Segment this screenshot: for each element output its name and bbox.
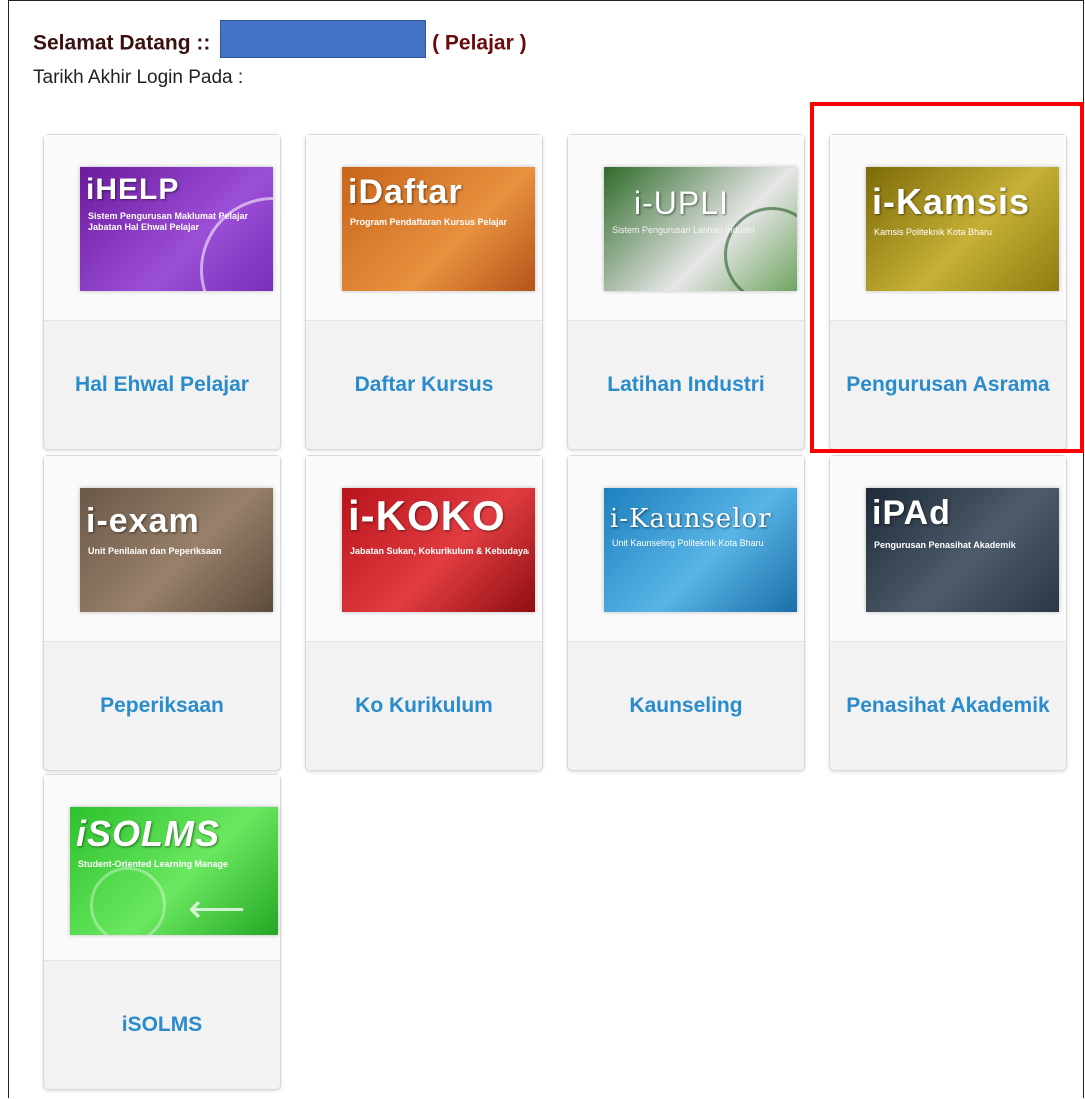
welcome-prefix: Selamat Datang :: [33, 31, 211, 55]
tile-image-area: iSOLMS Student-Oriented Learning Manage … [44, 775, 280, 961]
tile-image-area: iDaftar Program Pendaftaran Kursus Pelaj… [306, 135, 542, 321]
ihelp-logo-image: iHELP Sistem Pengurusan Maklumat Pelajar… [80, 167, 273, 291]
tile-label[interactable]: Pengurusan Asrama [830, 321, 1066, 449]
redacted-username [220, 20, 427, 58]
ikamsis-logo-image: i-Kamsis Kamsis Politeknik Kota Bharu [866, 167, 1059, 291]
tile-penasihat-akademik[interactable]: iPAd Pengurusan Penasihat Akademik Penas… [829, 455, 1067, 771]
ikoko-logo-image: i-KOKO Jabatan Sukan, Kokurikulum & Kebu… [342, 488, 535, 612]
tile-image-area: i-KOKO Jabatan Sukan, Kokurikulum & Kebu… [306, 456, 542, 642]
tile-daftar-kursus[interactable]: iDaftar Program Pendaftaran Kursus Pelaj… [305, 134, 543, 450]
tile-label[interactable]: Latihan Industri [568, 321, 804, 449]
tile-label[interactable]: Kaunseling [568, 642, 804, 770]
iexam-logo-image: i-exam Unit Penilaian dan Peperiksaan [80, 488, 273, 612]
tile-image-area: iHELP Sistem Pengurusan Maklumat Pelajar… [44, 135, 280, 321]
iupli-logo-image: i-UPLI Sistem Pengurusan Latihan Industr… [604, 167, 797, 291]
ipad-logo-image: iPAd Pengurusan Penasihat Akademik [866, 488, 1059, 612]
ikaunselor-logo-image: i-Kaunselor Unit Kaunseling Politeknik K… [604, 488, 797, 612]
tile-label[interactable]: Hal Ehwal Pelajar [44, 321, 280, 449]
tile-kaunseling[interactable]: i-Kaunselor Unit Kaunseling Politeknik K… [567, 455, 805, 771]
tile-image-area: i-Kaunselor Unit Kaunseling Politeknik K… [568, 456, 804, 642]
tile-peperiksaan[interactable]: i-exam Unit Penilaian dan Peperiksaan Pe… [43, 455, 281, 771]
tile-label[interactable]: iSOLMS [44, 961, 280, 1089]
tile-image-area: iPAd Pengurusan Penasihat Akademik [830, 456, 1066, 642]
welcome-line: Selamat Datang :: ( Pelajar ) [33, 20, 527, 58]
tile-label[interactable]: Peperiksaan [44, 642, 280, 770]
tile-isolms[interactable]: iSOLMS Student-Oriented Learning Manage … [43, 774, 281, 1090]
tile-image-area: i-UPLI Sistem Pengurusan Latihan Industr… [568, 135, 804, 321]
tile-ko-kurikulum[interactable]: i-KOKO Jabatan Sukan, Kokurikulum & Kebu… [305, 455, 543, 771]
idaftar-logo-image: iDaftar Program Pendaftaran Kursus Pelaj… [342, 167, 535, 291]
tile-latihan-industri[interactable]: i-UPLI Sistem Pengurusan Latihan Industr… [567, 134, 805, 450]
tile-label[interactable]: Daftar Kursus [306, 321, 542, 449]
user-role: ( Pelajar ) [432, 31, 527, 55]
tile-label[interactable]: Penasihat Akademik [830, 642, 1066, 770]
tile-pengurusan-asrama[interactable]: i-Kamsis Kamsis Politeknik Kota Bharu Pe… [829, 134, 1067, 450]
tile-image-area: i-Kamsis Kamsis Politeknik Kota Bharu [830, 135, 1066, 321]
arrow-left-icon: ⟵ [188, 887, 246, 931]
tile-label[interactable]: Ko Kurikulum [306, 642, 542, 770]
isolms-logo-image: iSOLMS Student-Oriented Learning Manage … [70, 807, 278, 935]
last-login-label: Tarikh Akhir Login Pada : [33, 67, 244, 88]
tile-hal-ehwal-pelajar[interactable]: iHELP Sistem Pengurusan Maklumat Pelajar… [43, 134, 281, 450]
tile-image-area: i-exam Unit Penilaian dan Peperiksaan [44, 456, 280, 642]
